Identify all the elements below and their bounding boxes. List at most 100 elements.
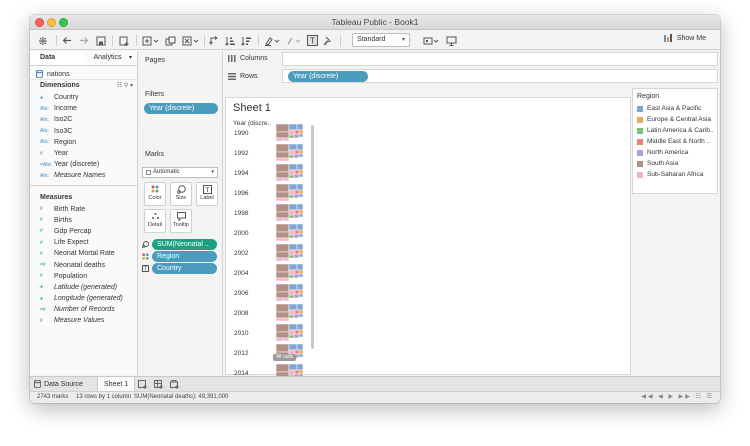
treemap-cell[interactable] [276, 231, 290, 239]
treemap-cell[interactable] [276, 151, 290, 159]
treemap-cell[interactable] [276, 203, 290, 213]
treemap-cell[interactable] [288, 314, 295, 319]
treemap-cell[interactable] [298, 229, 304, 235]
dimension-field[interactable]: # Year [30, 148, 137, 159]
treemap-cell[interactable] [298, 269, 304, 275]
clear-sheet-icon[interactable] [181, 33, 199, 48]
treemap-cell[interactable] [294, 249, 300, 255]
treemap-cell[interactable] [276, 211, 290, 219]
legend-item[interactable]: Sub-Saharan Africa [633, 169, 717, 180]
treemap-cell[interactable] [276, 251, 290, 259]
measure-field[interactable]: ● Longitude (generated) [30, 293, 137, 304]
treemap-cell[interactable] [276, 291, 290, 299]
measure-field[interactable]: # Population [30, 271, 137, 282]
treemap-cell[interactable] [296, 303, 304, 311]
treemap-cell[interactable] [294, 229, 300, 235]
redo-icon[interactable] [78, 33, 90, 48]
legend-item[interactable]: Europe & Central Asia [633, 114, 717, 125]
treemap-cell[interactable] [298, 333, 304, 338]
dimension-field[interactable]: Abc Region [30, 137, 137, 148]
treemap-cell[interactable] [282, 197, 290, 202]
treemap-cell[interactable] [276, 243, 290, 253]
new-worksheet-icon[interactable] [141, 33, 159, 48]
treemap-cell[interactable] [282, 257, 290, 262]
color-button[interactable]: Color [144, 182, 166, 206]
highlight-icon[interactable] [263, 33, 281, 48]
dimension-field[interactable]: =Abc Year (discrete) [30, 159, 137, 170]
treemap-cell[interactable] [276, 263, 290, 273]
show-me-button[interactable]: Show Me [663, 34, 706, 43]
measure-field[interactable]: ● Latitude (generated) [30, 282, 137, 293]
tableau-logo-icon[interactable] [36, 33, 50, 48]
data-source-item[interactable]: nations [30, 66, 137, 80]
cell-size-icon[interactable] [422, 33, 440, 48]
measure-field[interactable]: # Birth Rate [30, 204, 137, 215]
treemap-cell[interactable] [276, 157, 284, 162]
treemap-cell[interactable] [296, 223, 304, 231]
treemap-cell[interactable] [276, 311, 290, 319]
year-row-label[interactable]: 1992 [234, 150, 248, 157]
treemap-cell[interactable] [282, 237, 290, 242]
treemap-2000[interactable] [276, 223, 304, 242]
treemap-cell[interactable] [282, 277, 290, 282]
treemap-2010[interactable] [276, 323, 304, 342]
new-worksheet-tab-icon[interactable] [138, 377, 148, 391]
nulls-indicator[interactable]: 48 nulls [273, 354, 297, 361]
year-row-label[interactable]: 1996 [234, 190, 248, 197]
treemap-cell[interactable] [294, 349, 300, 355]
treemap-cell[interactable] [288, 223, 298, 231]
treemap-cell[interactable] [293, 153, 300, 159]
mark-field-color[interactable]: Region [142, 251, 217, 262]
new-data-source-icon[interactable] [117, 33, 131, 48]
treemap-cell[interactable] [293, 193, 300, 199]
fit-select[interactable]: Standard ▾ [352, 33, 410, 47]
treemap-cell[interactable] [298, 149, 304, 155]
treemap-cell[interactable] [276, 297, 284, 302]
treemap-cell[interactable] [296, 143, 304, 151]
tab-data[interactable]: Data [30, 51, 84, 65]
treemap-cell[interactable] [296, 243, 304, 251]
treemap-cell[interactable] [276, 283, 290, 293]
legend-item[interactable]: East Asia & Pacific [633, 103, 717, 114]
treemap-cell[interactable] [282, 177, 290, 182]
treemap-cell[interactable] [298, 273, 304, 278]
treemap-cell[interactable] [288, 294, 295, 299]
treemap-cell[interactable] [276, 323, 290, 333]
treemap-1996[interactable] [276, 183, 304, 202]
treemap-cell[interactable] [282, 157, 290, 162]
year-row-label[interactable]: 1998 [234, 210, 248, 217]
year-row-label[interactable]: 2004 [234, 270, 248, 277]
treemap-cell[interactable] [276, 303, 290, 313]
treemap-1998[interactable] [276, 203, 304, 222]
measure-field[interactable]: # Births [30, 215, 137, 226]
treemap-cell[interactable] [282, 137, 290, 142]
treemap-cell[interactable] [282, 297, 290, 302]
treemap-cell[interactable] [276, 363, 290, 373]
treemap-cell[interactable] [296, 343, 304, 351]
year-row-label[interactable]: 2010 [234, 330, 248, 337]
treemap-cell[interactable] [293, 213, 300, 219]
dimension-field[interactable]: Abc Iso3C [30, 126, 137, 137]
treemap-cell[interactable] [282, 317, 290, 322]
treemap-cell[interactable] [288, 334, 295, 339]
treemap-1994[interactable] [276, 163, 304, 182]
treemap-cell[interactable] [276, 137, 284, 142]
treemap-cell[interactable] [298, 169, 304, 175]
treemap-cell[interactable] [288, 183, 298, 191]
treemap-cell[interactable] [288, 203, 298, 211]
treemap-cell[interactable] [294, 269, 300, 275]
tab-analytics[interactable]: Analytics ▾ [84, 51, 138, 65]
measure-field[interactable]: =# Number of Records [30, 304, 137, 315]
columns-shelf[interactable] [282, 52, 718, 66]
treemap-cell[interactable] [288, 174, 295, 179]
treemap-cell[interactable] [293, 293, 300, 299]
treemap-cell[interactable] [288, 154, 295, 159]
rows-shelf[interactable]: Year (discrete) [282, 69, 718, 83]
treemap-2006[interactable] [276, 283, 304, 302]
treemap-cell[interactable] [276, 223, 290, 233]
fix-axes-icon[interactable] [322, 33, 334, 48]
treemap-cell[interactable] [296, 203, 304, 211]
new-dashboard-tab-icon[interactable] [154, 377, 164, 391]
treemap-cell[interactable] [298, 253, 304, 258]
treemap-cell[interactable] [276, 337, 284, 342]
